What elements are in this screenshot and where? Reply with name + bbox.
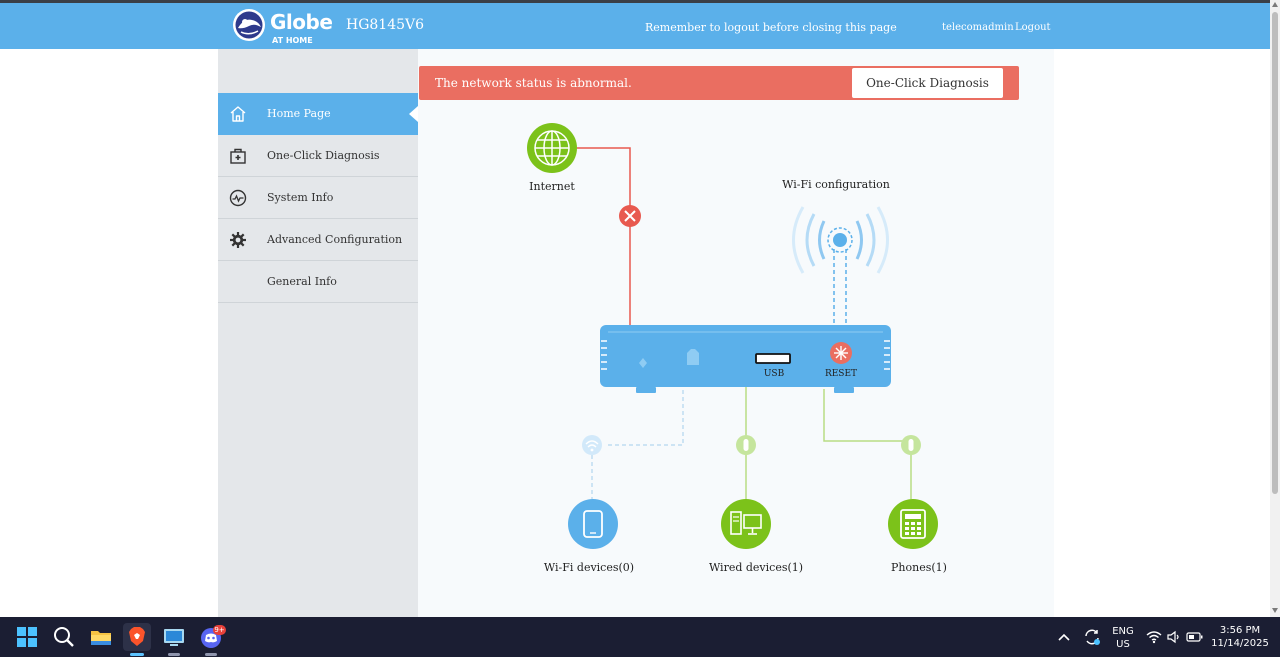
device-model: HG8145V6 (346, 17, 425, 33)
sidebar-item-system-info[interactable]: System Info (218, 177, 418, 219)
search-icon[interactable] (50, 623, 78, 651)
internet-globe-icon[interactable] (527, 123, 577, 173)
network-status-alert: The network status is abnormal. One-Clic… (419, 66, 1019, 100)
start-icon[interactable] (13, 623, 41, 651)
internet-link-line (577, 147, 631, 326)
brand-name: Globe (270, 10, 333, 34)
wifi-icon[interactable] (1146, 630, 1162, 644)
file-explorer-icon[interactable] (87, 623, 115, 651)
scrollbar-thumb[interactable] (1272, 12, 1278, 494)
wifi-signal-node-icon (582, 435, 602, 455)
network-topology-diagram: Internet Wi-Fi configuration USB RESET W… (527, 123, 947, 574)
username: telecomadmin (942, 22, 1014, 33)
discord-notification-badge: 9+ (213, 625, 226, 635)
diagnosis-kit-icon (230, 148, 246, 164)
wifi-devices-link-line (608, 390, 684, 446)
usb-label: USB (764, 369, 785, 379)
discord-indicator (205, 653, 217, 656)
sidebar-item-advanced-configuration[interactable]: Advanced Configuration (218, 219, 418, 261)
wifi-devices-tablet-icon[interactable] (568, 499, 618, 549)
logout-reminder: Remember to logout before closing this p… (645, 21, 897, 34)
sidebar-item-label: General Info (267, 275, 337, 288)
wifi-configuration-label: Wi-Fi configuration (782, 178, 890, 191)
brave-browser-icon[interactable] (123, 623, 151, 651)
scroll-down-arrow-icon[interactable] (1272, 608, 1278, 613)
brave-active-indicator (130, 653, 144, 656)
browser-viewport: Globe AT HOME HG8145V6 Remember to logou… (0, 0, 1270, 617)
sidebar-item-label: Home Page (267, 107, 331, 120)
phones-label: Phones(1) (891, 561, 947, 574)
one-click-diagnosis-button[interactable]: One-Click Diagnosis (852, 68, 1003, 98)
wifi-antenna-lines (833, 249, 847, 326)
phones-telephone-icon[interactable] (888, 499, 938, 549)
sidebar-item-home-page[interactable]: Home Page (218, 93, 418, 135)
sidebar-nav: Home Page One-Click Diagnosis System Inf… (218, 49, 418, 617)
scroll-up-arrow-icon[interactable] (1272, 2, 1278, 7)
sidebar-item-label: One-Click Diagnosis (267, 149, 380, 162)
chevron-up-icon[interactable] (1057, 631, 1071, 643)
header-bar: Globe AT HOME HG8145V6 Remember to logou… (0, 3, 1270, 49)
sync-icon[interactable] (1082, 627, 1102, 647)
globe-logo-icon (233, 9, 265, 41)
wifi-broadcast-icon[interactable] (792, 206, 889, 274)
connection-error-icon[interactable] (619, 205, 641, 227)
clock-date[interactable]: 11/14/2025 (1208, 638, 1272, 649)
main-content: Internet Wi-Fi configuration USB RESET W… (418, 49, 1054, 617)
sidebar-item-label: System Info (267, 191, 334, 204)
remote-desktop-indicator (168, 653, 180, 656)
wifi-devices-label: Wi-Fi devices(0) (544, 561, 634, 574)
wired-devices-label: Wired devices(1) (709, 561, 803, 574)
phone-link-node-icon (901, 435, 921, 455)
brand-subtitle: AT HOME (272, 36, 313, 45)
pulse-icon (229, 189, 247, 207)
home-icon (230, 106, 246, 122)
reset-label: RESET (825, 369, 857, 379)
windows-taskbar: 9+ ENG US 3:56 PM 11/14/2025 (0, 617, 1280, 657)
logout-link[interactable]: Logout (1015, 22, 1051, 33)
gear-icon (230, 232, 246, 248)
internet-label: Internet (529, 180, 575, 193)
wired-link-node-icon (736, 435, 756, 455)
remote-desktop-icon[interactable] (160, 623, 188, 651)
sidebar-item-one-click-diagnosis[interactable]: One-Click Diagnosis (218, 135, 418, 177)
page-scrollbar[interactable] (1270, 0, 1280, 617)
clock-time[interactable]: 3:56 PM (1208, 625, 1272, 636)
volume-icon[interactable] (1166, 630, 1182, 644)
language-indicator-line2[interactable]: US (1109, 639, 1137, 650)
reset-button-icon[interactable] (830, 342, 852, 364)
usb-port-icon (755, 353, 791, 364)
phones-link-line (823, 389, 912, 499)
language-indicator-line1[interactable]: ENG (1109, 626, 1137, 637)
alert-message: The network status is abnormal. (435, 76, 632, 90)
wired-devices-computer-icon[interactable] (721, 499, 771, 549)
sidebar-item-general-info[interactable]: General Info (218, 261, 418, 303)
battery-icon[interactable] (1186, 630, 1204, 644)
sidebar-item-label: Advanced Configuration (267, 233, 403, 246)
